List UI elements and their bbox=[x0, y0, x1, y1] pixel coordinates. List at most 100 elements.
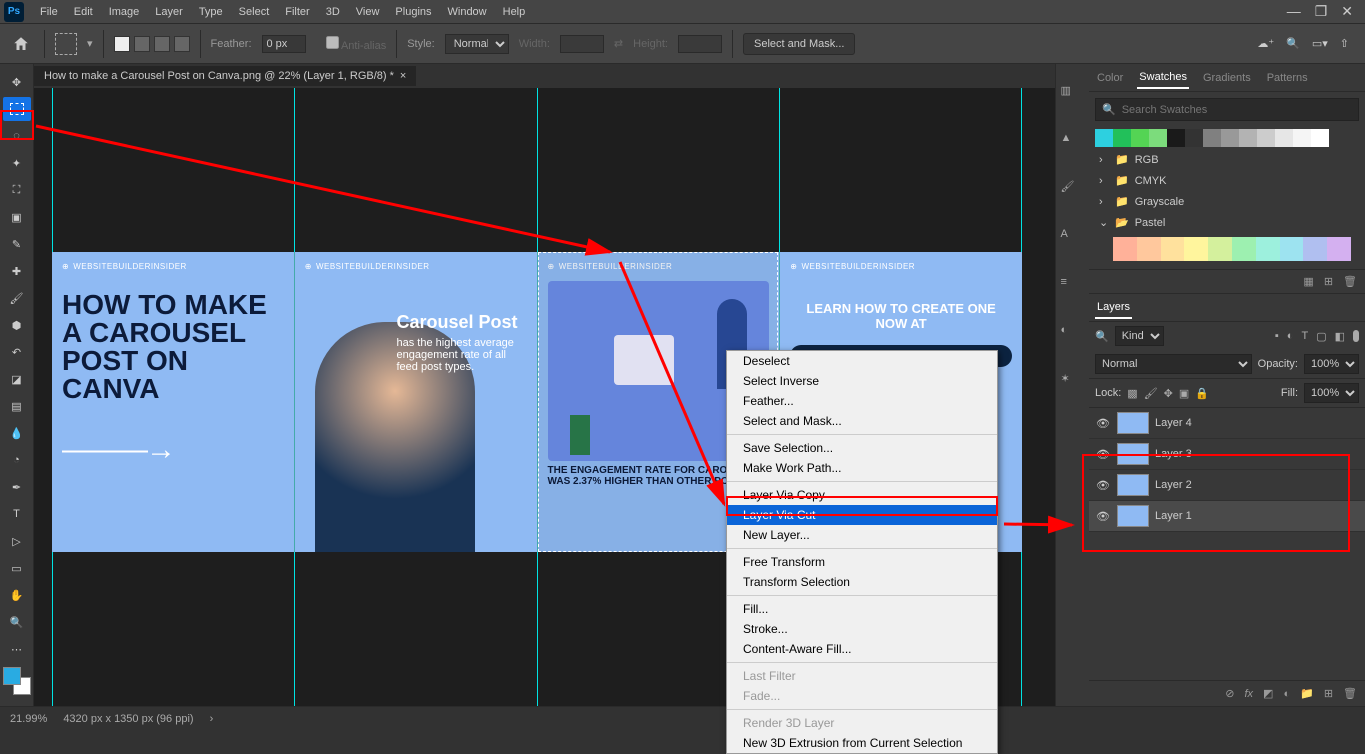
path-selection-tool[interactable]: ▷ bbox=[3, 529, 31, 553]
menu-help[interactable]: Help bbox=[495, 2, 534, 22]
adjustments-panel-icon[interactable]: ≡ bbox=[1061, 276, 1085, 300]
swatch[interactable] bbox=[1185, 129, 1203, 147]
swatch-search-input[interactable] bbox=[1122, 104, 1352, 116]
menu-image[interactable]: Image bbox=[101, 2, 148, 22]
styles-panel-icon[interactable]: ◐ bbox=[1061, 324, 1085, 348]
lock-brush-icon[interactable]: 🖌 bbox=[1144, 387, 1158, 400]
swatch[interactable] bbox=[1113, 237, 1137, 261]
minimize-icon[interactable]: — bbox=[1287, 3, 1301, 20]
ctx-make-work-path-[interactable]: Make Work Path... bbox=[727, 458, 997, 478]
eraser-tool[interactable]: ◪ bbox=[3, 367, 31, 391]
ctx-content-aware-fill-[interactable]: Content-Aware Fill... bbox=[727, 639, 997, 659]
swatch-grid-icon[interactable]: ▦ bbox=[1303, 275, 1313, 288]
lock-all-icon[interactable]: 🔒 bbox=[1195, 387, 1209, 400]
swatch[interactable] bbox=[1184, 237, 1208, 261]
feather-input[interactable] bbox=[262, 35, 306, 53]
restore-icon[interactable]: ❐ bbox=[1315, 3, 1328, 20]
history-panel-icon[interactable]: ▥ bbox=[1061, 84, 1085, 108]
folder-grayscale[interactable]: ›📁 Grayscale bbox=[1089, 191, 1365, 212]
new-layer-icon[interactable]: ⊞ bbox=[1324, 687, 1333, 700]
layer-fx-icon[interactable]: fx bbox=[1244, 688, 1253, 700]
ctx-deselect[interactable]: Deselect bbox=[727, 351, 997, 371]
character-panel-icon[interactable]: A bbox=[1061, 228, 1085, 252]
group-icon[interactable]: 📁 bbox=[1300, 687, 1314, 700]
filter-toggle-icon[interactable] bbox=[1353, 330, 1359, 342]
clone-stamp-tool[interactable]: ⬢ bbox=[3, 313, 31, 337]
layer-mask-icon[interactable]: ◩ bbox=[1263, 687, 1273, 700]
home-icon[interactable] bbox=[8, 31, 34, 57]
swatch[interactable] bbox=[1239, 129, 1257, 147]
swatch[interactable] bbox=[1303, 237, 1327, 261]
style-select[interactable]: Normal bbox=[445, 34, 509, 54]
blend-mode-select[interactable]: Normal bbox=[1095, 354, 1252, 374]
workspace-icon[interactable]: ▭▾ bbox=[1312, 37, 1328, 50]
folder-rgb[interactable]: ›📁 RGB bbox=[1089, 149, 1365, 170]
lock-pixels-icon[interactable]: ▩ bbox=[1127, 387, 1137, 400]
filter-pixel-icon[interactable]: ▪ bbox=[1275, 330, 1279, 343]
properties-panel-icon[interactable]: ▲ bbox=[1061, 132, 1085, 156]
swatch[interactable] bbox=[1232, 237, 1256, 261]
menu-type[interactable]: Type bbox=[191, 2, 231, 22]
swatch[interactable] bbox=[1113, 129, 1131, 147]
type-tool[interactable]: T bbox=[3, 502, 31, 526]
close-icon[interactable]: ✕ bbox=[1341, 3, 1353, 20]
swatch[interactable] bbox=[1221, 129, 1239, 147]
swatch[interactable] bbox=[1137, 237, 1161, 261]
swatch[interactable] bbox=[1311, 129, 1329, 147]
menu-window[interactable]: Window bbox=[440, 2, 495, 22]
menu-file[interactable]: File bbox=[32, 2, 66, 22]
ctx-select-inverse[interactable]: Select Inverse bbox=[727, 371, 997, 391]
color-tab[interactable]: Color bbox=[1095, 68, 1125, 88]
cloud-icon[interactable]: ☁⁺ bbox=[1257, 37, 1274, 50]
crop-tool[interactable]: ⛶ bbox=[3, 178, 31, 202]
brush-tool[interactable]: 🖌 bbox=[3, 286, 31, 310]
delete-layer-icon[interactable]: 🗑 bbox=[1343, 687, 1357, 700]
swatch[interactable] bbox=[1095, 129, 1113, 147]
ctx-free-transform[interactable]: Free Transform bbox=[727, 552, 997, 572]
menu-filter[interactable]: Filter bbox=[277, 2, 317, 22]
swatch[interactable] bbox=[1257, 129, 1275, 147]
lock-artboard-icon[interactable]: ▣ bbox=[1179, 387, 1189, 400]
share-icon[interactable]: ⇧ bbox=[1340, 37, 1349, 50]
adjustment-layer-icon[interactable]: ◐ bbox=[1283, 688, 1290, 700]
lock-position-icon[interactable]: ✥ bbox=[1164, 387, 1173, 400]
opacity-input[interactable]: 100% bbox=[1304, 354, 1359, 374]
filter-shape-icon[interactable]: ▢ bbox=[1316, 330, 1326, 343]
swatch[interactable] bbox=[1161, 237, 1185, 261]
history-brush-tool[interactable]: ↶ bbox=[3, 340, 31, 364]
ctx-select-and-mask-[interactable]: Select and Mask... bbox=[727, 411, 997, 431]
gradients-tab[interactable]: Gradients bbox=[1201, 68, 1253, 88]
swatch[interactable] bbox=[1203, 129, 1221, 147]
dodge-tool[interactable]: ◔ bbox=[3, 448, 31, 472]
menu-edit[interactable]: Edit bbox=[66, 2, 101, 22]
brushes-panel-icon[interactable]: 🖌 bbox=[1061, 180, 1085, 204]
quick-selection-tool[interactable]: ✦ bbox=[3, 151, 31, 175]
rectangle-tool[interactable]: ▭ bbox=[3, 556, 31, 580]
link-layers-icon[interactable]: ⊘ bbox=[1225, 687, 1234, 700]
visibility-icon[interactable]: 👁 bbox=[1095, 417, 1111, 430]
swatch[interactable] bbox=[1167, 129, 1185, 147]
ctx-transform-selection[interactable]: Transform Selection bbox=[727, 572, 997, 592]
gradient-tool[interactable]: ▤ bbox=[3, 394, 31, 418]
close-tab-icon[interactable]: × bbox=[400, 70, 406, 82]
marquee-indicator-icon[interactable] bbox=[55, 33, 77, 55]
swatches-tab[interactable]: Swatches bbox=[1137, 67, 1189, 89]
zoom-tool[interactable]: 🔍 bbox=[3, 610, 31, 634]
layers-tab[interactable]: Layers bbox=[1095, 297, 1132, 319]
ctx-new-layer-[interactable]: New Layer... bbox=[727, 525, 997, 545]
folder-pastel[interactable]: ⌄📂 Pastel bbox=[1089, 212, 1365, 233]
menu-layer[interactable]: Layer bbox=[147, 2, 191, 22]
eyedropper-tool[interactable]: ✎ bbox=[3, 232, 31, 256]
frame-tool[interactable]: ▣ bbox=[3, 205, 31, 229]
search-icon[interactable]: 🔍 bbox=[1286, 37, 1300, 50]
filter-adjust-icon[interactable]: ◐ bbox=[1287, 330, 1294, 343]
menu-view[interactable]: View bbox=[348, 2, 388, 22]
edit-toolbar[interactable]: ⋯ bbox=[3, 637, 31, 661]
swatch[interactable] bbox=[1131, 129, 1149, 147]
select-and-mask-button[interactable]: Select and Mask... bbox=[743, 33, 856, 55]
swatch[interactable] bbox=[1293, 129, 1311, 147]
folder-cmyk[interactable]: ›📁 CMYK bbox=[1089, 170, 1365, 191]
hand-tool[interactable]: ✋ bbox=[3, 583, 31, 607]
healing-brush-tool[interactable]: ✚ bbox=[3, 259, 31, 283]
ctx-stroke-[interactable]: Stroke... bbox=[727, 619, 997, 639]
